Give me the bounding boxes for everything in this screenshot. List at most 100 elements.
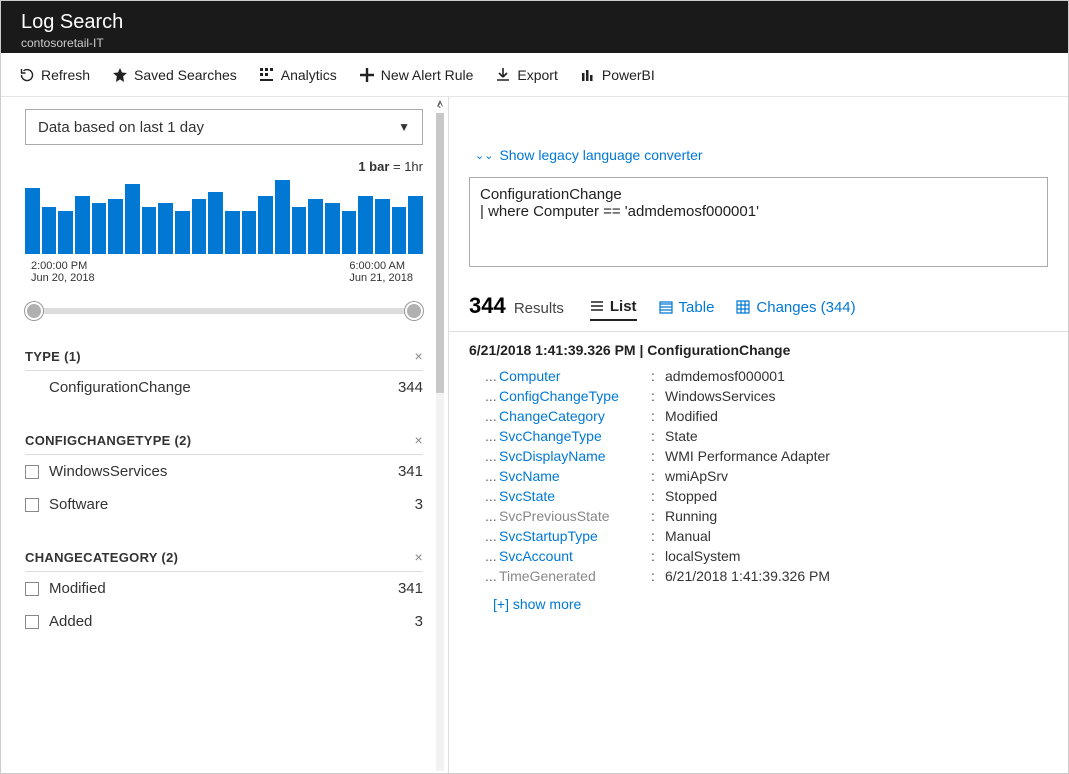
slider-knob-start[interactable] xyxy=(25,302,43,320)
field-row: ... SvcStartupType : Manual xyxy=(469,526,1048,546)
ellipsis-icon[interactable]: ... xyxy=(485,428,495,444)
chart-bar[interactable] xyxy=(225,211,240,254)
xaxis-right-tick: 6:00:00 AM Jun 21, 2018 xyxy=(349,260,413,284)
field-row: ... TimeGenerated : 6/21/2018 1:41:39.32… xyxy=(469,566,1048,586)
field-key[interactable]: SvcStartupType xyxy=(499,528,647,544)
facet-header: CHANGECATEGORY (2)× xyxy=(25,543,423,572)
chart-bar[interactable] xyxy=(392,207,407,254)
field-key[interactable]: SvcChangeType xyxy=(499,428,647,444)
field-key[interactable]: SvcName xyxy=(499,468,647,484)
chart-bar[interactable] xyxy=(92,203,107,254)
analytics-button[interactable]: Analytics xyxy=(259,67,337,83)
timerange-dropdown[interactable]: Data based on last 1 day ▼ xyxy=(25,109,423,145)
field-key[interactable]: SvcState xyxy=(499,488,647,504)
chart-bar[interactable] xyxy=(192,199,207,254)
chart-bar[interactable] xyxy=(308,199,323,254)
field-value: State xyxy=(665,428,1048,444)
close-icon[interactable]: × xyxy=(415,432,423,448)
chart-bar[interactable] xyxy=(342,211,357,254)
close-icon[interactable]: × xyxy=(415,549,423,565)
chart-bar[interactable] xyxy=(375,199,390,254)
saved-searches-button[interactable]: Saved Searches xyxy=(112,67,237,83)
chart-bar[interactable] xyxy=(208,192,223,254)
chart-bar[interactable] xyxy=(408,196,423,254)
slider-knob-end[interactable] xyxy=(405,302,423,320)
scrollbar-thumb[interactable] xyxy=(436,113,444,393)
checkbox[interactable] xyxy=(25,465,39,479)
analytics-label: Analytics xyxy=(281,67,337,83)
powerbi-icon xyxy=(580,67,596,83)
chart-bar[interactable] xyxy=(325,203,340,254)
chart-bar[interactable] xyxy=(358,196,373,254)
star-icon xyxy=(112,67,128,83)
ellipsis-icon[interactable]: ... xyxy=(485,528,495,544)
ellipsis-icon[interactable]: ... xyxy=(485,468,495,484)
facet-row[interactable]: ConfigurationChange344 xyxy=(25,371,423,404)
ellipsis-icon[interactable]: ... xyxy=(485,368,495,384)
query-editor[interactable]: ConfigurationChange | where Computer == … xyxy=(469,177,1048,267)
show-more-link[interactable]: [+] show more xyxy=(493,596,1048,612)
ellipsis-icon[interactable]: ... xyxy=(485,548,495,564)
field-value: admdemosf000001 xyxy=(665,368,1048,384)
ellipsis-icon[interactable]: ... xyxy=(485,508,495,524)
chart-bar[interactable] xyxy=(175,211,190,254)
facet-row[interactable]: Software3 xyxy=(25,488,423,521)
field-key[interactable]: Computer xyxy=(499,368,647,384)
refresh-button[interactable]: Refresh xyxy=(19,67,90,83)
results-divider xyxy=(449,331,1068,332)
legacy-converter-link[interactable]: ⌄⌄ Show legacy language converter xyxy=(475,147,1048,163)
chart-bar[interactable] xyxy=(142,207,157,254)
field-key[interactable]: SvcDisplayName xyxy=(499,448,647,464)
chart-bar[interactable] xyxy=(58,211,73,254)
chevron-down-icon: ▼ xyxy=(398,120,410,134)
view-changes-tab[interactable]: Changes (344) xyxy=(736,299,855,320)
analytics-icon xyxy=(259,67,275,83)
left-scrollbar[interactable]: ˄ xyxy=(432,97,448,773)
chart-bar[interactable] xyxy=(258,196,273,254)
page-header: Log Search contosoretail-IT xyxy=(1,1,1068,53)
grid-icon xyxy=(736,300,750,314)
ellipsis-icon[interactable]: ... xyxy=(485,388,495,404)
page-title: Log Search xyxy=(21,11,1048,34)
field-value: Modified xyxy=(665,408,1048,424)
ellipsis-icon[interactable]: ... xyxy=(485,408,495,424)
chart-bar[interactable] xyxy=(125,184,140,254)
field-key[interactable]: SvcAccount xyxy=(499,548,647,564)
view-tabs: List Table Changes (344) xyxy=(590,298,856,321)
view-table-tab[interactable]: Table xyxy=(659,299,715,320)
chart-bar[interactable] xyxy=(75,196,90,254)
new-alert-button[interactable]: New Alert Rule xyxy=(359,67,474,83)
checkbox[interactable] xyxy=(25,498,39,512)
scroll-up-icon[interactable]: ˄ xyxy=(436,97,443,111)
ellipsis-icon[interactable]: ... xyxy=(485,488,495,504)
legacy-converter-label: Show legacy language converter xyxy=(499,147,702,163)
chart-bar[interactable] xyxy=(242,211,257,254)
chart-bar[interactable] xyxy=(42,207,57,254)
view-list-tab[interactable]: List xyxy=(590,298,637,321)
time-range-slider[interactable] xyxy=(25,302,423,320)
field-key[interactable]: ConfigChangeType xyxy=(499,388,647,404)
chart-bar[interactable] xyxy=(108,199,123,254)
checkbox[interactable] xyxy=(25,615,39,629)
field-value: Running xyxy=(665,508,1048,524)
export-button[interactable]: Export xyxy=(495,67,557,83)
chart-bar[interactable] xyxy=(25,188,40,254)
chart-bar[interactable] xyxy=(158,203,173,254)
ellipsis-icon[interactable]: ... xyxy=(485,568,495,584)
field-value: 6/21/2018 1:41:39.326 PM xyxy=(665,568,1048,584)
facet-row[interactable]: WindowsServices341 xyxy=(25,455,423,488)
checkbox[interactable] xyxy=(25,582,39,596)
field-row: ... SvcAccount : localSystem xyxy=(469,546,1048,566)
close-icon[interactable]: × xyxy=(415,348,423,364)
facet-row[interactable]: Added3 xyxy=(25,605,423,638)
saved-searches-label: Saved Searches xyxy=(134,67,237,83)
ellipsis-icon[interactable]: ... xyxy=(485,448,495,464)
results-header: 344 Results List Table Changes (344) xyxy=(469,293,1048,321)
events-bar-chart[interactable] xyxy=(25,178,423,254)
chart-bar[interactable] xyxy=(292,207,307,254)
powerbi-button[interactable]: PowerBI xyxy=(580,67,655,83)
field-value: wmiApSrv xyxy=(665,468,1048,484)
facet-row[interactable]: Modified341 xyxy=(25,572,423,605)
chart-bar[interactable] xyxy=(275,180,290,254)
field-key[interactable]: ChangeCategory xyxy=(499,408,647,424)
